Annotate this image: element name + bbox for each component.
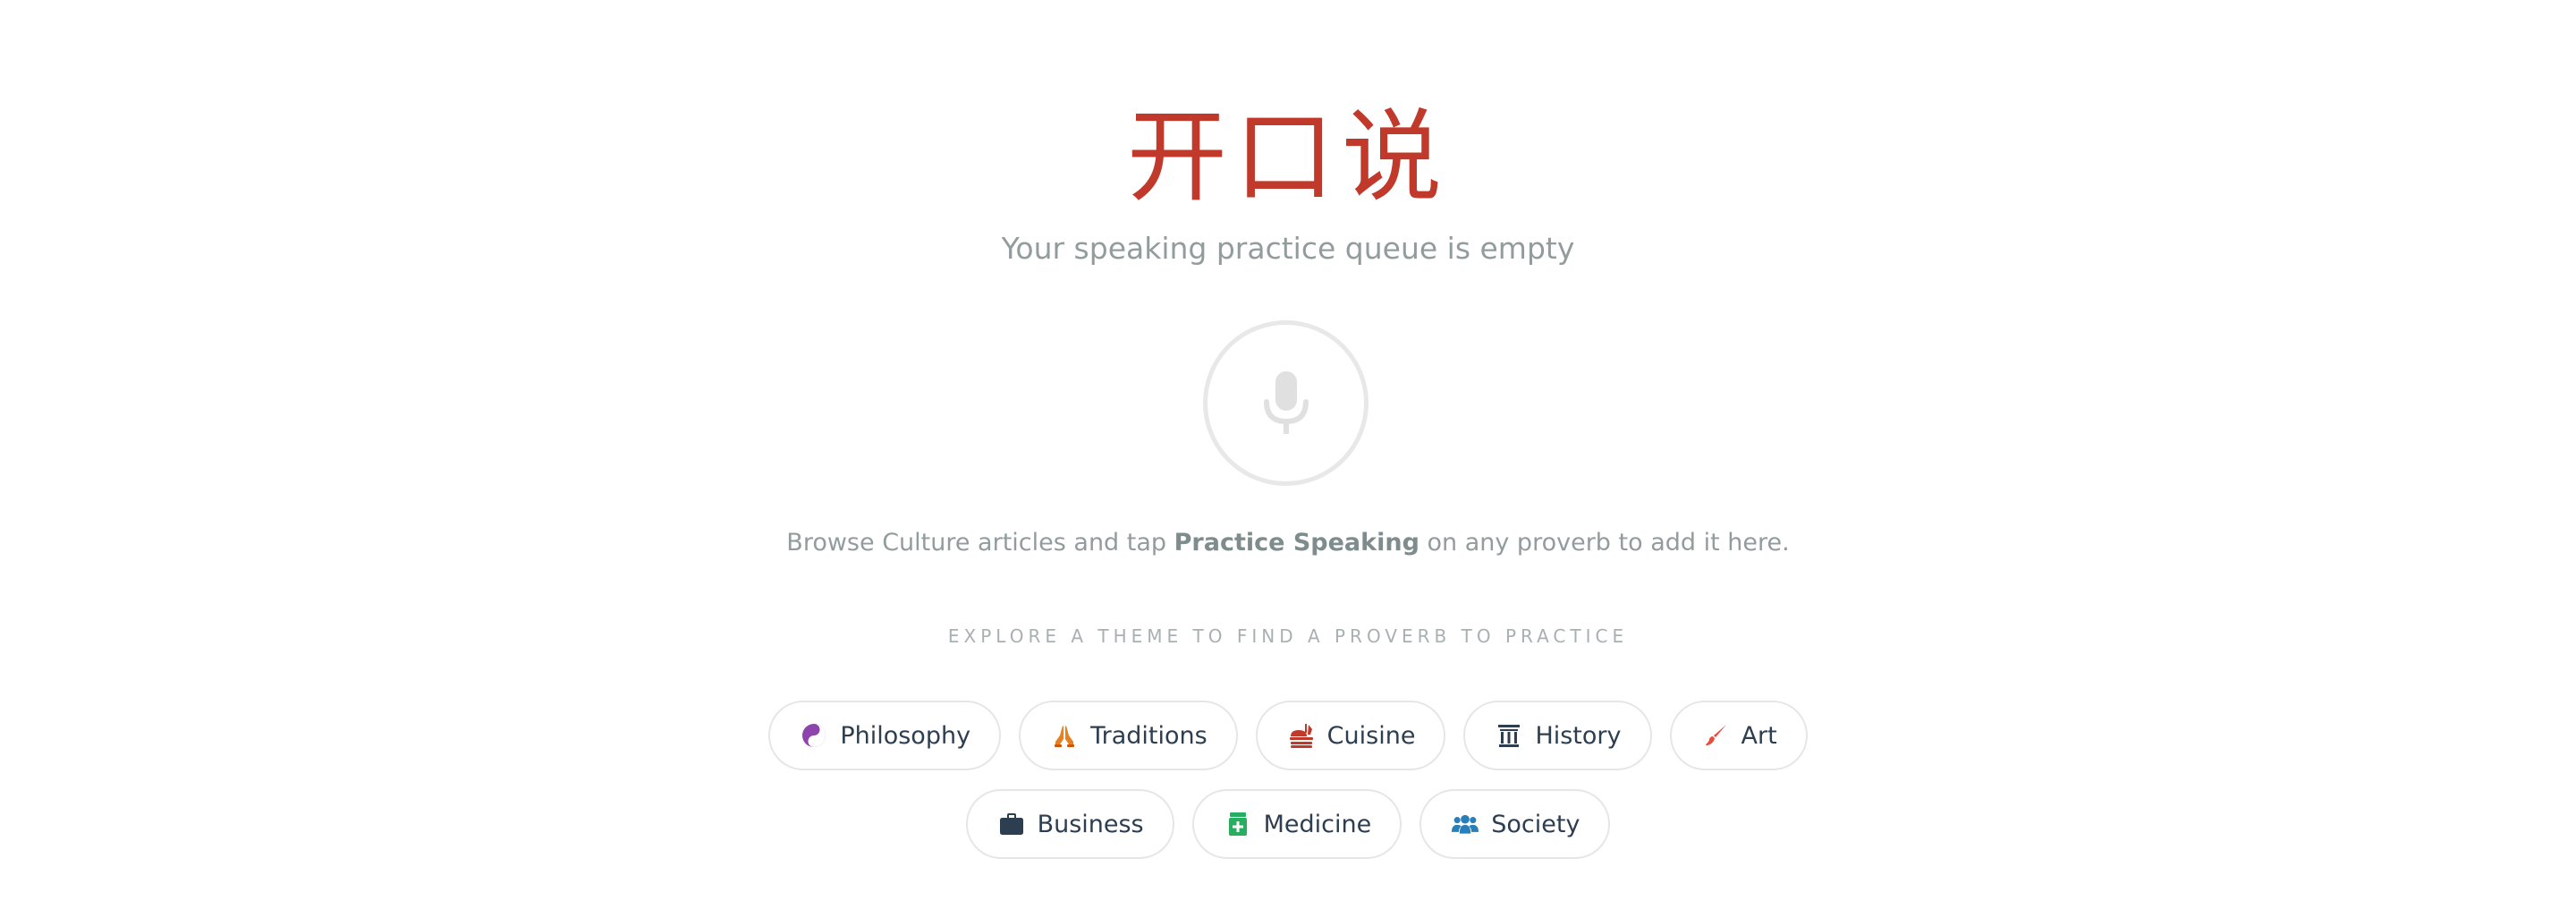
paintbrush-icon xyxy=(1702,722,1729,749)
theme-chips-row-1: Philosophy Traditions Cuisine History Ar… xyxy=(0,701,2576,770)
briefcase-icon xyxy=(998,811,1025,837)
microphone-icon xyxy=(1263,370,1309,434)
hint-text-end: on any proverb to add it here. xyxy=(1419,529,1790,557)
empty-state-mic xyxy=(1203,320,1368,486)
theme-chip-philosophy[interactable]: Philosophy xyxy=(768,701,1002,770)
empty-state-hint: Browse Culture articles and tap Practice… xyxy=(0,526,2576,560)
theme-chip-label: Business xyxy=(1037,810,1144,838)
speaking-practice-page: 开口说 Your speaking practice queue is empt… xyxy=(0,0,2576,918)
theme-chip-label: Art xyxy=(1741,721,1777,750)
theme-chip-medicine[interactable]: Medicine xyxy=(1191,789,1402,859)
landmark-column-icon xyxy=(1496,722,1522,749)
users-icon xyxy=(1452,811,1479,837)
theme-chip-cuisine[interactable]: Cuisine xyxy=(1255,701,1446,770)
theme-chip-label: Philosophy xyxy=(840,721,971,750)
theme-chip-label: Medicine xyxy=(1263,810,1372,838)
hint-text-start: Browse Culture articles and tap xyxy=(786,529,1174,557)
theme-chip-label: Cuisine xyxy=(1326,721,1416,750)
hint-practice-speaking: Practice Speaking xyxy=(1174,529,1419,557)
food-icon xyxy=(1288,722,1315,749)
theme-chip-label: Society xyxy=(1491,810,1580,838)
theme-chip-traditions[interactable]: Traditions xyxy=(1019,701,1238,770)
theme-chips-row-2: Business Medicine Society xyxy=(0,789,2576,859)
page-title: 开口说 xyxy=(1127,99,1449,216)
praying-hands-icon xyxy=(1051,722,1078,749)
page-subtitle: Your speaking practice queue is empty xyxy=(1001,231,1575,266)
medicine-bottle-icon xyxy=(1224,811,1251,837)
themes-section-label: EXPLORE A THEME TO FIND A PROVERB TO PRA… xyxy=(947,625,1629,647)
theme-chip-society[interactable]: Society xyxy=(1419,789,1611,859)
theme-chip-label: Traditions xyxy=(1090,721,1208,750)
theme-chip-art[interactable]: Art xyxy=(1669,701,1808,770)
yin-yang-icon xyxy=(801,722,827,749)
theme-chip-label: History xyxy=(1535,721,1622,750)
theme-chip-history[interactable]: History xyxy=(1463,701,1652,770)
theme-chip-business[interactable]: Business xyxy=(965,789,1174,859)
